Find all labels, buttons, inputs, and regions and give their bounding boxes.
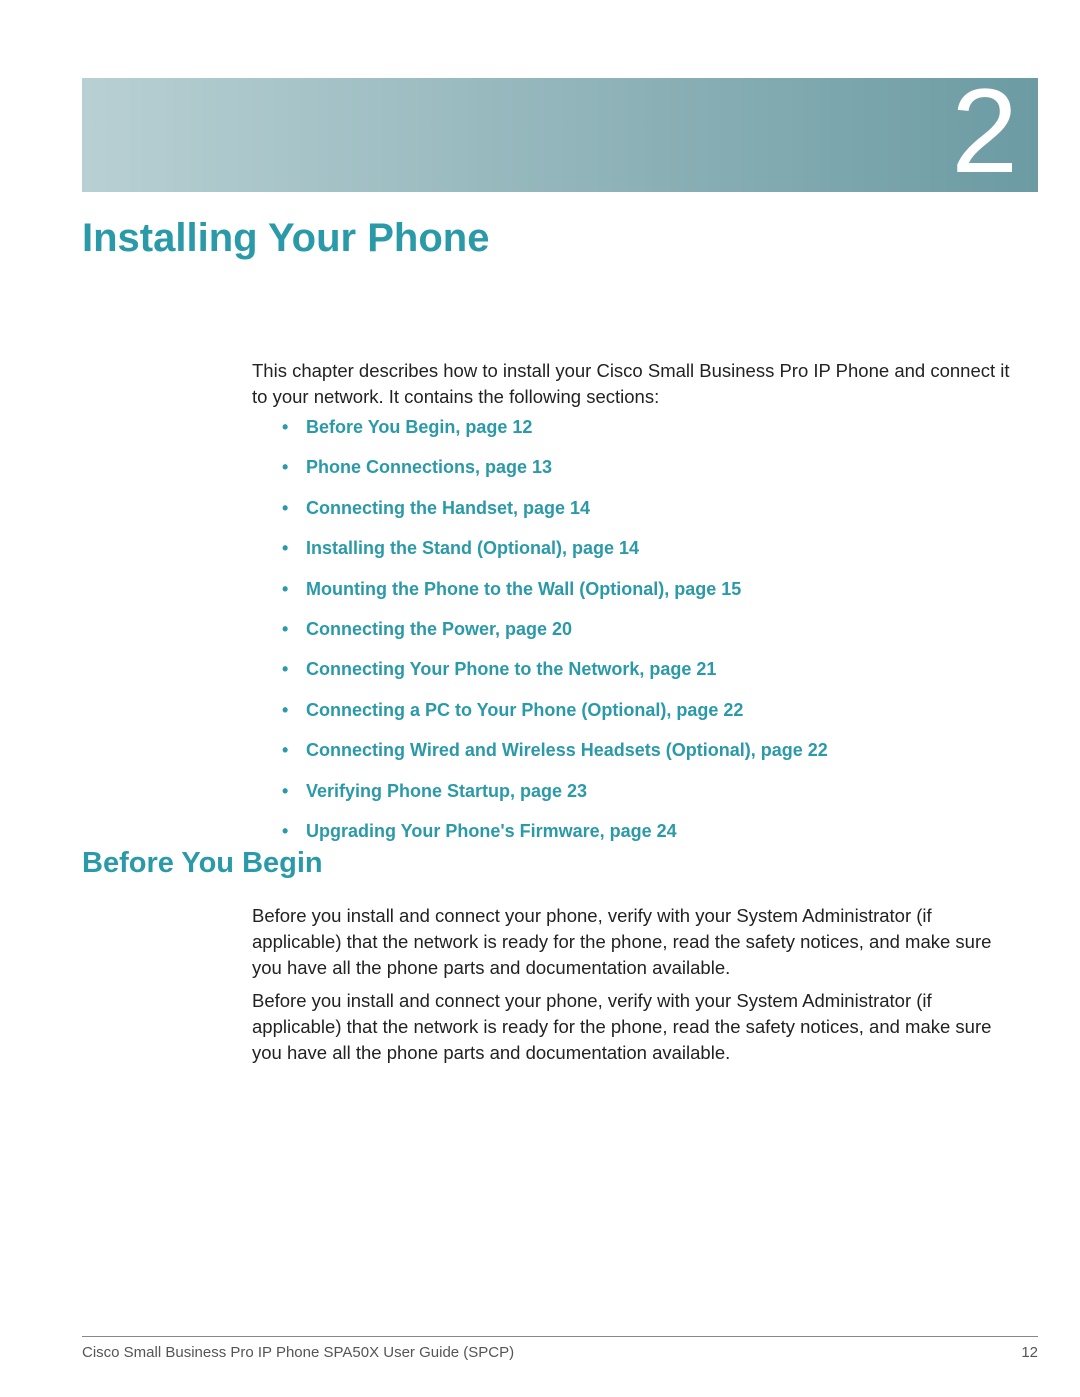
intro-paragraph: This chapter describes how to install yo… (252, 358, 1020, 410)
footer-doc-title: Cisco Small Business Pro IP Phone SPA50X… (82, 1344, 514, 1361)
toc-item[interactable]: Mounting the Phone to the Wall (Optional… (282, 578, 1020, 601)
toc-item[interactable]: Connecting the Handset, page 14 (282, 497, 1020, 520)
toc-item[interactable]: Connecting a PC to Your Phone (Optional)… (282, 699, 1020, 722)
body-paragraph: Before you install and connect your phon… (252, 903, 1020, 981)
toc-item[interactable]: Upgrading Your Phone's Firmware, page 24 (282, 820, 1020, 843)
toc-item[interactable]: Phone Connections, page 13 (282, 456, 1020, 479)
footer-page-number: 12 (1021, 1344, 1038, 1361)
toc-item[interactable]: Connecting Wired and Wireless Headsets (… (282, 739, 1020, 762)
section-heading: Before You Begin (82, 847, 323, 880)
chapter-title: Installing Your Phone (82, 216, 489, 261)
toc-item[interactable]: Connecting Your Phone to the Network, pa… (282, 658, 1020, 681)
chapter-banner: 2 (82, 78, 1038, 192)
toc-list: Before You Begin, page 12 Phone Connecti… (282, 416, 1020, 860)
body-paragraph: Before you install and connect your phon… (252, 988, 1020, 1066)
toc-item[interactable]: Connecting the Power, page 20 (282, 618, 1020, 641)
toc-item[interactable]: Verifying Phone Startup, page 23 (282, 780, 1020, 803)
toc-item[interactable]: Before You Begin, page 12 (282, 416, 1020, 439)
toc-item[interactable]: Installing the Stand (Optional), page 14 (282, 537, 1020, 560)
chapter-number: 2 (951, 62, 1018, 200)
footer-divider (82, 1336, 1038, 1337)
